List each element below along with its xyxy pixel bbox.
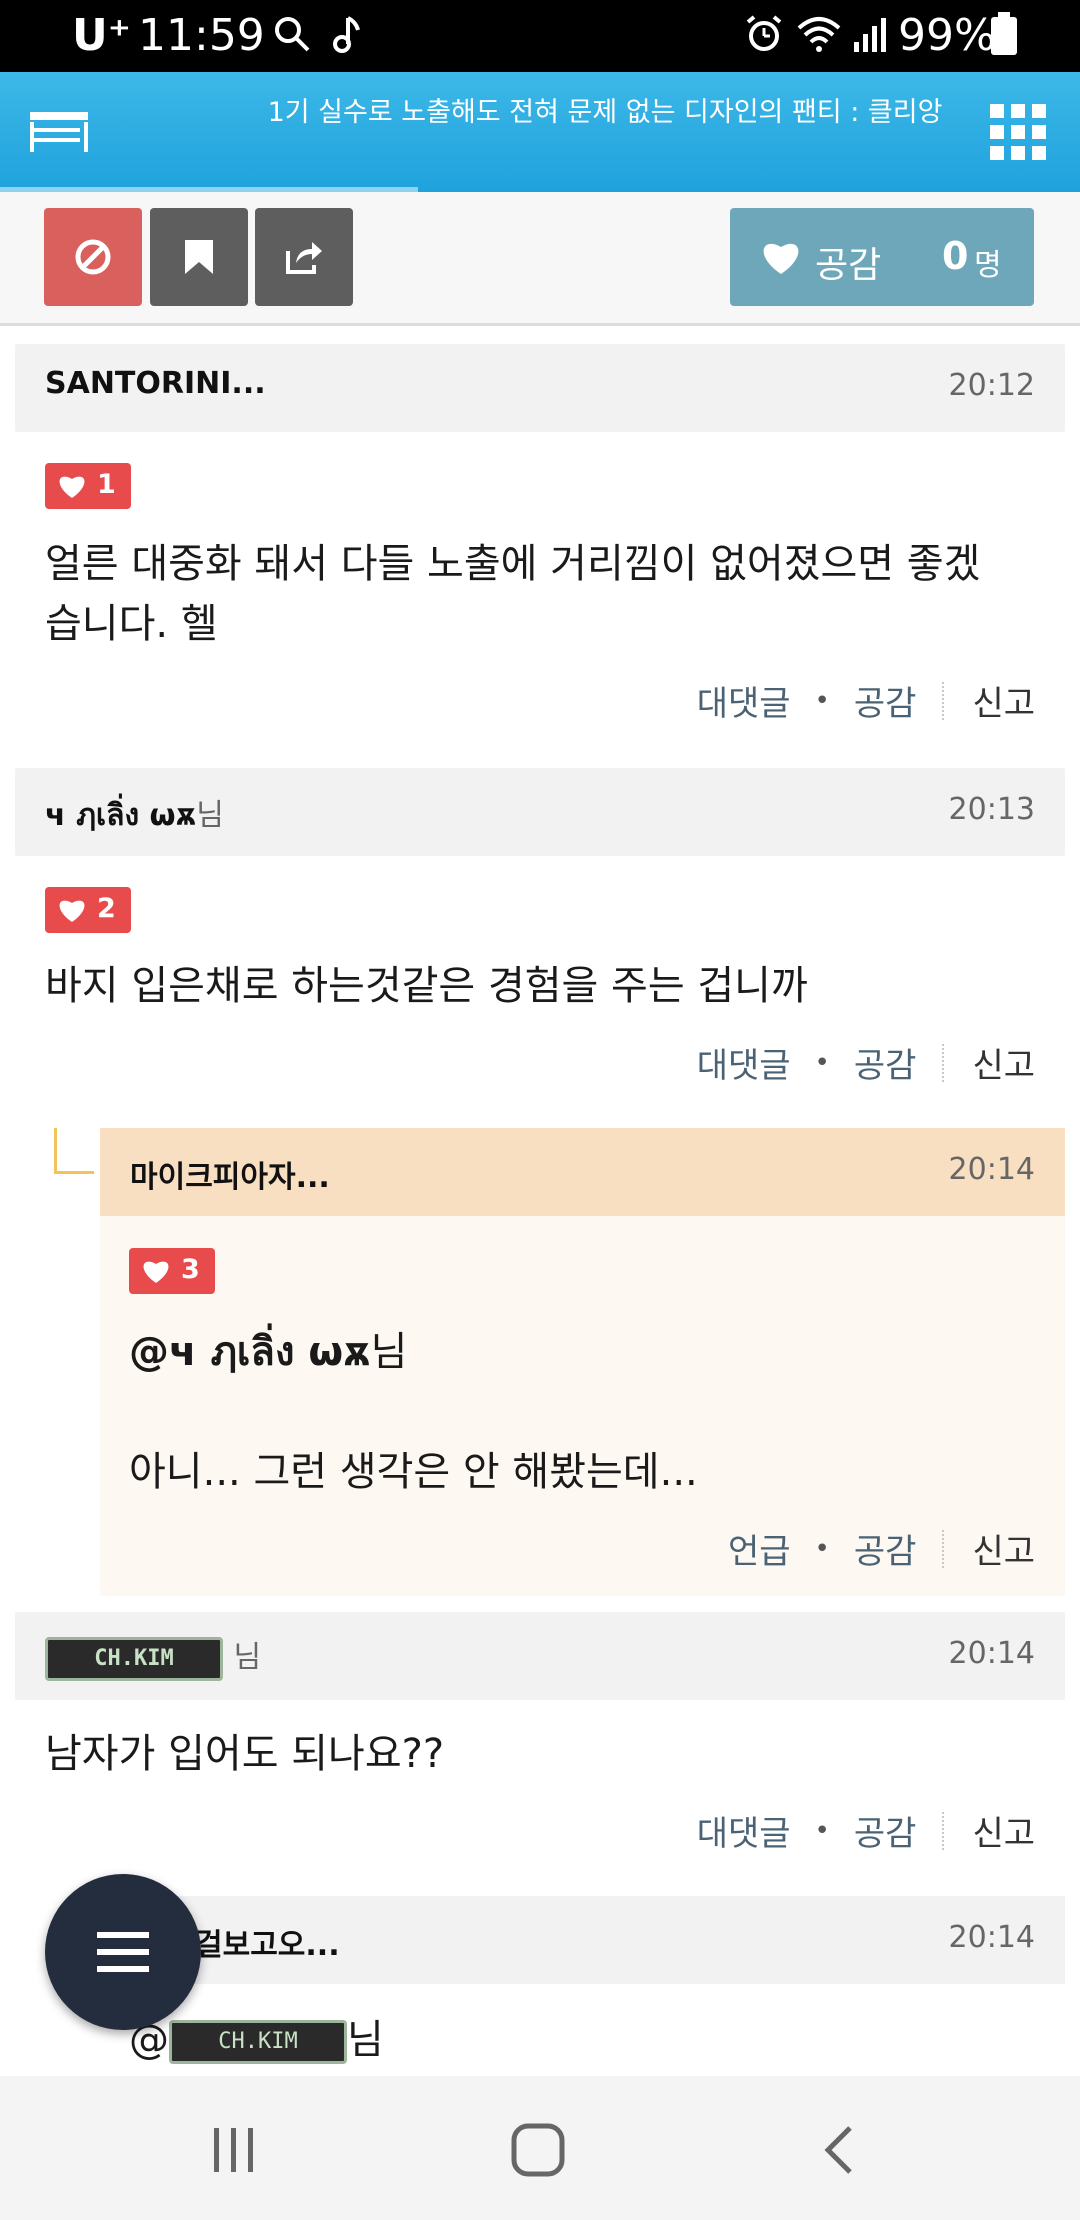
comment-header: ч ฦเลิ่ง ѡѫ님 20:13 [15,768,1065,856]
like-unit: 명 [974,248,1002,283]
heart-icon [59,476,85,498]
block-icon [75,239,111,275]
comment-like-count: 1 [97,469,116,500]
reply-time: 20:14 [948,1920,1035,1955]
reply-header: 마이크피아자... 20:14 [100,1128,1065,1216]
user-badge: CH.KIM [45,1636,223,1681]
reply-author[interactable]: 걸보고오... [195,1920,340,1964]
mention-suffix: 님 [347,2017,384,2063]
share-button[interactable] [255,208,353,306]
comment-text: 남자가 입어도 되나요?? [45,1731,445,1777]
report-link[interactable]: 신고 [972,1806,1035,1855]
like-button[interactable]: 공감 0 명 [730,208,1034,306]
heart-icon [59,900,85,922]
comment-header: CH.KIM 님 20:14 [15,1612,1065,1700]
reply-author[interactable]: 마이크피아자... [130,1152,330,1196]
page-title: 1기 실수로 노출해도 전혀 문제 없는 디자인의 팬티 : 클리앙 [267,97,943,128]
wifi-icon [797,17,841,52]
like-link[interactable]: 공감 [854,1524,917,1573]
like-link[interactable]: 공감 [854,1038,917,1087]
report-link[interactable]: 신고 [972,676,1035,725]
home-icon[interactable] [508,2120,568,2180]
bookmark-icon [185,240,213,274]
user-badge[interactable]: CH.KIM [169,2020,347,2064]
mention-user[interactable]: @ч ฦเลิ่ง ѡѫ [129,1329,371,1375]
block-button[interactable] [44,208,142,306]
hamburger-icon [97,1932,149,1972]
post-toolbar: 공감 0 명 [0,192,1080,326]
reply-link[interactable]: 대댓글 [697,1806,791,1855]
like-count: 0 [942,234,969,278]
mention-suffix: 님 [370,1329,408,1375]
floating-menu-button[interactable] [45,1874,201,2030]
comment-author[interactable]: ч ฦเลิ่ง ѡѫ님 [45,790,224,839]
report-link[interactable]: 신고 [972,1524,1035,1573]
music-note-icon [333,16,360,53]
share-icon [286,242,322,274]
comment-like-count: 2 [97,893,116,924]
menu-icon[interactable] [28,110,92,156]
reply-text: 아니... 그런 생각은 안 해봤는데... [129,1449,698,1495]
like-link[interactable]: 공감 [854,676,917,725]
comment-time: 20:12 [948,368,1035,403]
reply-connector [54,1128,94,1174]
battery-icon [991,12,1017,55]
comment-text: 얼른 대중화 돼서 다들 노출에 거리낌이 없어졌으면 좋겠 습니다. 헬 [45,534,1045,654]
heart-icon [763,243,799,274]
back-icon[interactable] [812,2120,872,2180]
status-bar: U⁺ 11:59 99% [0,0,1080,72]
grid-icon[interactable] [988,102,1048,162]
comment-author[interactable]: CH.KIM 님 [45,1632,261,1681]
app-header: 1기 실수로 노출해도 전혀 문제 없는 디자인의 팬티 : 클리앙 [0,72,1080,192]
reply-link[interactable]: 대댓글 [697,676,791,725]
reply-time: 20:14 [948,1152,1035,1187]
reply-link[interactable]: 대댓글 [697,1038,791,1087]
mention-link[interactable]: 언급 [728,1524,791,1573]
comment-time: 20:14 [948,1636,1035,1671]
comment-header: SANTORINI... 20:12 [15,344,1065,432]
reply-mention: @ч ฦเลิ่ง ѡѫ님 [129,1322,1029,1382]
report-link[interactable]: 신고 [972,1038,1035,1087]
reply-header: 걸보고오... 20:14 [100,1896,1065,1984]
comment-actions: 대댓글 • 공감 신고 [697,1806,1035,1855]
status-time: 11:59 [138,10,265,61]
comment-text: 바지 입은채로 하는것같은 경험을 주는 겁니까 [45,963,808,1009]
comment-like-badge: 2 [45,887,131,933]
battery-percent: 99% [898,10,996,61]
bookmark-button[interactable] [150,208,248,306]
alarm-icon [746,15,782,51]
heart-icon [143,1261,169,1283]
comment-actions: 대댓글 • 공감 신고 [697,1038,1035,1087]
comment-actions: 대댓글 • 공감 신고 [697,676,1035,725]
system-nav-bar [0,2076,1080,2220]
comment-text-line: 습니다. 헬 [45,601,218,647]
like-link[interactable]: 공감 [854,1806,917,1855]
reply-like-badge: 3 [129,1248,215,1294]
carrier-label: U⁺ [72,10,131,61]
reply-mention: @ CH.KIM 님 [129,2010,1029,2070]
search-icon [275,17,310,52]
like-label: 공감 [815,245,882,286]
signal-icon [854,18,886,52]
comment-like-badge: 1 [45,463,131,509]
reply-actions: 언급 • 공감 신고 [728,1524,1035,1573]
reply-like-count: 3 [181,1254,200,1285]
comment-author[interactable]: SANTORINI... [45,366,266,401]
comment-time: 20:13 [948,792,1035,827]
comment-text-line: 얼른 대중화 돼서 다들 노출에 거리낌이 없어졌으면 좋겠 [45,541,981,587]
recent-apps-icon[interactable] [204,2120,264,2180]
